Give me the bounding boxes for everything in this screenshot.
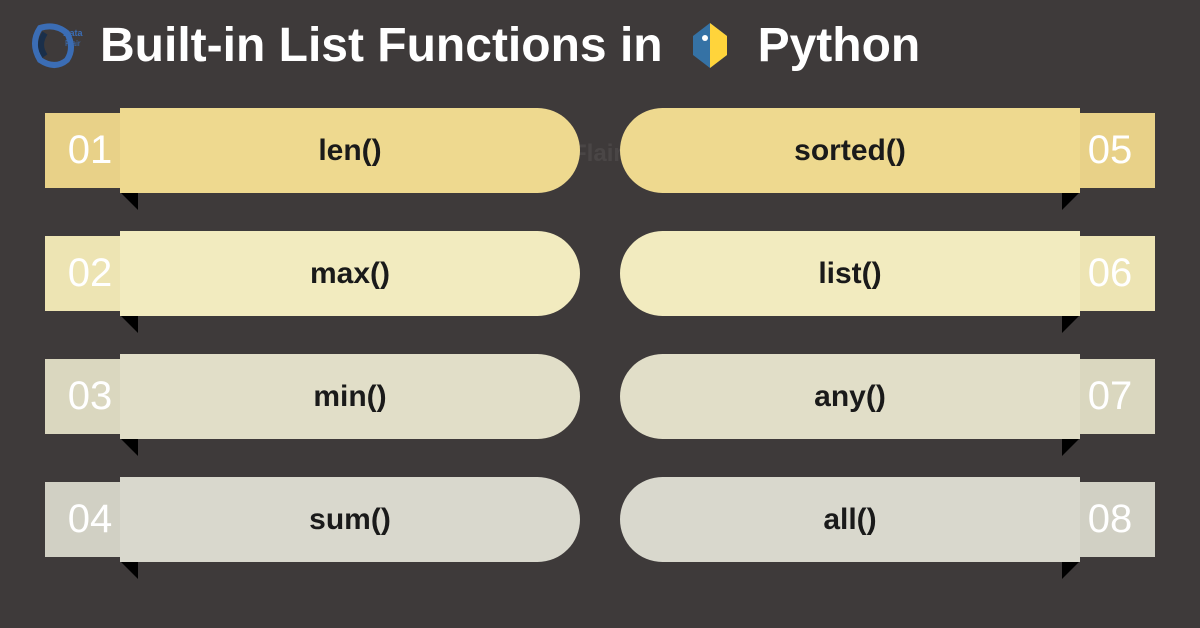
header: Data Flair Built-in List Functions in Py…: [0, 0, 1200, 83]
item-02: 02 max(): [45, 226, 580, 321]
fold-decoration: [1062, 438, 1080, 456]
item-label: min(): [120, 354, 580, 439]
svg-text:Data: Data: [63, 28, 84, 38]
fold-decoration: [120, 315, 138, 333]
title-text-1: Built-in List Functions in: [100, 18, 663, 73]
item-03: 03 min(): [45, 349, 580, 444]
svg-text:Flair: Flair: [65, 39, 81, 48]
right-column: 05 sorted() 06 list() 07 any() 08 all(): [620, 103, 1155, 567]
title-text-2: Python: [758, 18, 921, 73]
fold-decoration: [1062, 192, 1080, 210]
item-label: list(): [620, 231, 1080, 316]
left-column: 01 len() 02 max() 03 min() 04 sum(): [45, 103, 580, 567]
item-label: sum(): [120, 477, 580, 562]
item-06: 06 list(): [620, 226, 1155, 321]
fold-decoration: [120, 561, 138, 579]
item-08: 08 all(): [620, 472, 1155, 567]
page-title: Built-in List Functions in Python: [100, 18, 920, 73]
fold-decoration: [120, 192, 138, 210]
item-04: 04 sum(): [45, 472, 580, 567]
dataflair-logo: Data Flair: [25, 18, 85, 73]
item-label: len(): [120, 108, 580, 193]
item-07: 07 any(): [620, 349, 1155, 444]
python-icon: [683, 18, 738, 73]
item-label: sorted(): [620, 108, 1080, 193]
item-01: 01 len(): [45, 103, 580, 198]
item-label: max(): [120, 231, 580, 316]
fold-decoration: [120, 438, 138, 456]
item-label: all(): [620, 477, 1080, 562]
item-label: any(): [620, 354, 1080, 439]
item-05: 05 sorted(): [620, 103, 1155, 198]
fold-decoration: [1062, 315, 1080, 333]
fold-decoration: [1062, 561, 1080, 579]
content-grid: 01 len() 02 max() 03 min() 04 sum() 05 s…: [0, 83, 1200, 567]
